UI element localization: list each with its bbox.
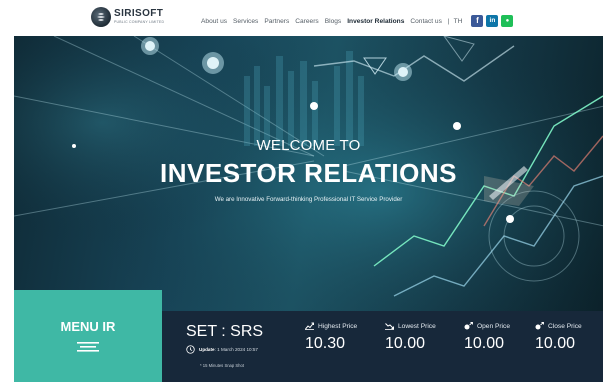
main-nav: About us Services Partners Careers Blogs… xyxy=(201,15,514,27)
price-low-icon xyxy=(385,323,394,330)
lowest-price-value: 10.00 xyxy=(385,335,426,352)
stock-symbol: SET : SRS xyxy=(186,323,264,340)
nav-item-careers[interactable]: Careers xyxy=(295,18,318,25)
nav-item-about[interactable]: About us xyxy=(201,18,227,25)
nav-item-investor-relations[interactable]: Investor Relations xyxy=(347,18,404,25)
price-close-icon xyxy=(535,322,544,330)
lowest-price-label: Lowest Price xyxy=(398,322,436,330)
nav-item-blogs[interactable]: Blogs xyxy=(325,18,342,25)
sirisoft-logo[interactable]: SIRISOFT PUBLIC COMPANY LIMITED xyxy=(91,7,164,27)
nav-separator: | xyxy=(447,17,450,25)
open-price-value: 10.00 xyxy=(464,335,505,352)
clock-icon xyxy=(186,345,195,354)
highest-price-box: Highest Price 10.30 xyxy=(305,322,357,353)
lowest-price-box: Lowest Price 10.00 xyxy=(385,322,436,353)
close-price-box: Close Price 10.00 xyxy=(535,322,582,353)
open-price-label: Open Price xyxy=(477,322,510,330)
menu-ir-label: MENU IR xyxy=(60,319,116,334)
nav-item-contact[interactable]: Contact us xyxy=(410,18,442,25)
highest-price-label: Highest Price xyxy=(318,322,358,330)
price-high-icon xyxy=(305,322,314,330)
stock-price-panel: SET : SRS Update: 1 March 2024 10:57 * 1… xyxy=(162,311,603,382)
logo-mark-icon xyxy=(91,7,111,27)
open-price-box: Open Price 10.00 xyxy=(464,322,510,353)
language-switch-th[interactable]: TH xyxy=(454,18,463,25)
site-header: SIRISOFT PUBLIC COMPANY LIMITED About us… xyxy=(0,0,603,36)
snapshot-note: * 15 Minutes Snap Shot xyxy=(200,363,244,368)
update-value: : 1 March 2024 10:57 xyxy=(214,347,258,352)
line-icon[interactable]: ● xyxy=(501,15,514,27)
nav-item-partners[interactable]: Partners xyxy=(264,18,289,25)
facebook-icon[interactable]: f xyxy=(471,15,484,27)
highest-price-value: 10.30 xyxy=(305,335,346,352)
nav-item-services[interactable]: Services xyxy=(233,18,258,25)
hero-subtitle: We are Innovative Forward-thinking Profe… xyxy=(214,196,403,203)
close-price-label: Close Price xyxy=(548,322,582,330)
hero-title-small: WELCOME TO xyxy=(256,137,361,154)
social-links: f in ● xyxy=(471,15,514,27)
price-open-icon xyxy=(464,322,473,330)
hero-title-main: INVESTOR RELATIONS xyxy=(160,158,457,188)
update-label: Update xyxy=(199,347,215,352)
update-timestamp: Update: 1 March 2024 10:57 xyxy=(186,345,258,354)
brand-name: SIRISOFT xyxy=(114,8,164,20)
menu-ir-button[interactable]: MENU IR xyxy=(14,290,162,382)
close-price-value: 10.00 xyxy=(535,335,576,352)
brand-tagline: PUBLIC COMPANY LIMITED xyxy=(114,20,165,25)
hamburger-icon xyxy=(77,342,99,352)
linkedin-icon[interactable]: in xyxy=(486,15,499,27)
